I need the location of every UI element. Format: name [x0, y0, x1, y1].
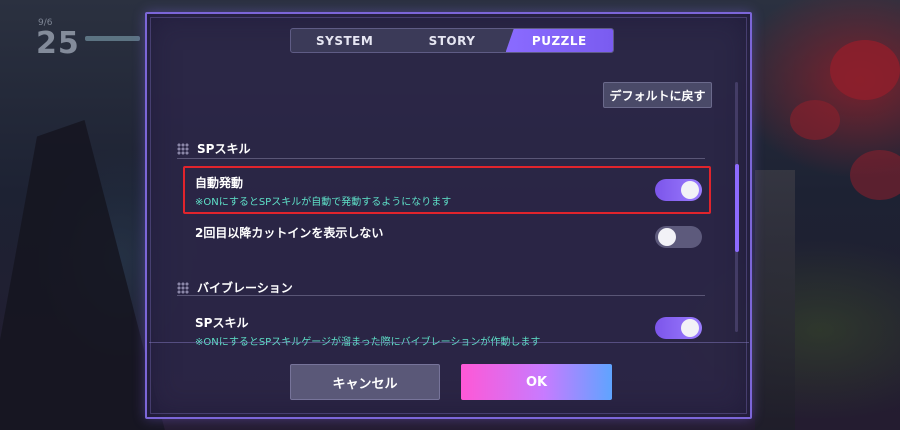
- settings-tabs: SYSTEM STORY PUZZLE: [290, 28, 614, 53]
- ok-button[interactable]: OK: [461, 364, 612, 400]
- setting-description: ※ONにするとSPスキルゲージが溜まった際にバイブレーションが作動します: [195, 333, 705, 348]
- section-title: SPスキル: [197, 142, 251, 156]
- grid-icon: [177, 142, 189, 155]
- footer-divider: [149, 342, 749, 343]
- vibration-sp-toggle[interactable]: [655, 317, 702, 339]
- tab-story[interactable]: STORY: [398, 29, 505, 52]
- auto-activate-toggle[interactable]: [655, 179, 702, 201]
- toggle-knob: [681, 181, 699, 199]
- section-header-sp-skill: SPスキル: [177, 140, 250, 157]
- tab-puzzle[interactable]: PUZZLE: [505, 29, 613, 52]
- grid-icon: [177, 281, 189, 294]
- cutin-toggle[interactable]: [655, 226, 702, 248]
- setting-label: 自動発動: [195, 176, 244, 190]
- section-header-vibration: バイブレーション: [177, 279, 293, 296]
- setting-row-auto-activate: 自動発動 ※ONにするとSPスキルが自動で発動するようになります: [195, 174, 705, 208]
- settings-dialog: SYSTEM STORY PUZZLE デフォルトに戻す SPスキル 自動発動 …: [145, 12, 752, 419]
- setting-description: ※ONにするとSPスキルが自動で発動するようになります: [195, 197, 452, 208]
- setting-row-cutin: 2回目以降カットインを表示しない: [195, 224, 705, 241]
- section-divider: [177, 295, 705, 296]
- cancel-button[interactable]: キャンセル: [290, 364, 440, 400]
- background-flower: [790, 100, 840, 140]
- section-title: バイブレーション: [197, 281, 293, 295]
- toggle-knob: [681, 319, 699, 337]
- toggle-knob: [658, 228, 676, 246]
- background-bar: [85, 36, 140, 41]
- section-divider: [177, 158, 705, 159]
- background-flower: [830, 40, 900, 100]
- setting-label: 2回目以降カットインを表示しない: [195, 226, 384, 240]
- background-tower: [755, 170, 795, 430]
- reset-default-button[interactable]: デフォルトに戻す: [603, 82, 712, 108]
- background-time: 25: [36, 26, 80, 61]
- setting-label: SPスキル: [195, 316, 249, 330]
- background-flower: [850, 150, 900, 200]
- scrollbar-thumb[interactable]: [735, 164, 739, 252]
- tab-system[interactable]: SYSTEM: [291, 29, 398, 52]
